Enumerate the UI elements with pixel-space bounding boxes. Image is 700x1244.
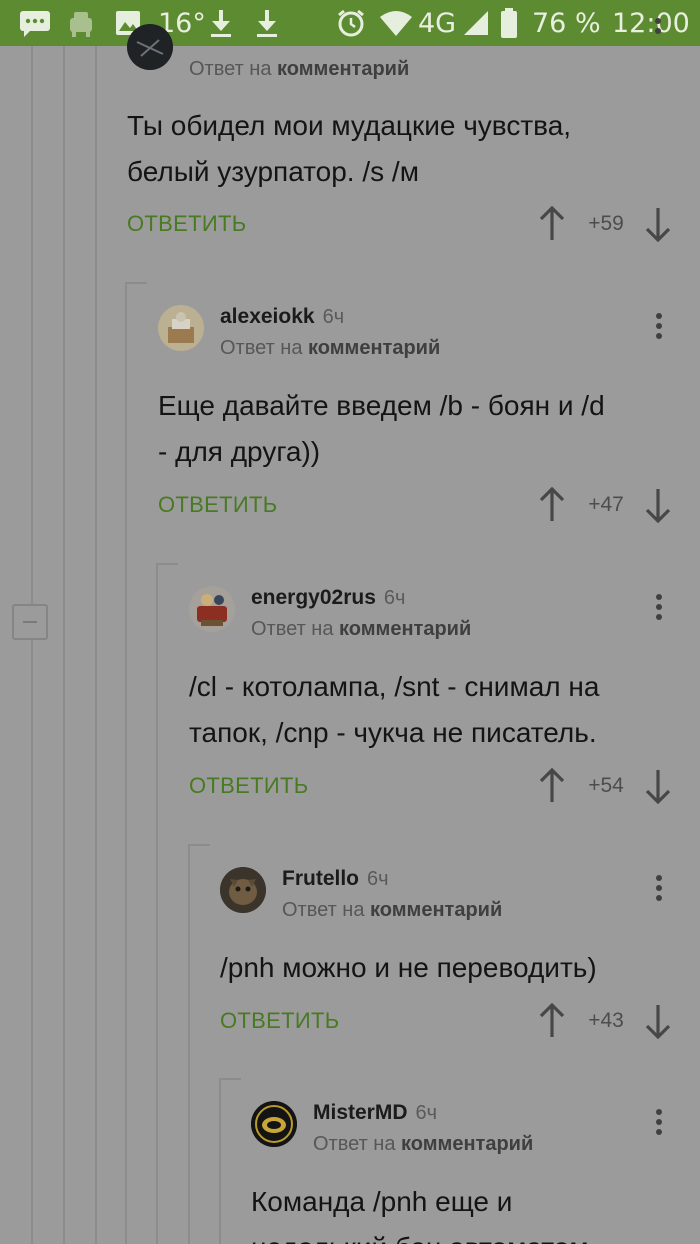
avatar[interactable] <box>127 24 173 70</box>
reply-target-link[interactable]: комментарий <box>277 58 409 80</box>
comment-rating: +59 <box>588 212 624 235</box>
avatar[interactable] <box>158 305 204 351</box>
reply-to: Ответ на комментарий <box>313 1133 533 1156</box>
comment-time: 6ч <box>367 868 389 890</box>
comment-rating: +47 <box>588 493 624 516</box>
comment-rating: +54 <box>588 774 624 797</box>
thread-line <box>125 282 127 1244</box>
thread-line <box>156 563 158 1244</box>
comment-time: 6ч <box>415 1102 438 1124</box>
reply-button[interactable]: ОТВЕТИТЬ <box>189 766 308 806</box>
comment-actions: ОТВЕТИТЬ +43 <box>220 1001 687 1041</box>
comment-text: Команда /pnh еще и недолький бан автомат… <box>251 1179 589 1244</box>
comment: Frutello 6ч Ответ на комментарий /pnh мож… <box>220 867 687 1057</box>
reply-to: Ответ на комментарий <box>282 899 502 922</box>
reply-prefix: Ответ на <box>313 1133 396 1155</box>
thread-branch <box>156 563 178 565</box>
reply-to: Ответ на комментарий <box>189 58 409 81</box>
thread-branch <box>125 282 147 284</box>
more-menu-icon[interactable] <box>654 1109 664 1139</box>
thread-line <box>95 46 97 1244</box>
thread-line <box>188 844 190 1244</box>
upvote-arrow-icon[interactable] <box>537 205 567 242</box>
reply-to: Ответ на комментарий <box>251 618 471 641</box>
comment-actions: ОТВЕТИТЬ +54 <box>189 766 687 806</box>
author-name[interactable]: alexeiokk 6ч <box>220 305 344 329</box>
comment-text-line: Команда /pnh еще и <box>251 1186 513 1217</box>
reply-button[interactable]: ОТВЕТИТЬ <box>220 1001 339 1041</box>
comment-text: Ты обидел мои мудацкие чувства, белый уз… <box>127 103 571 195</box>
thread-line <box>63 46 65 1244</box>
reply-button[interactable]: ОТВЕТИТЬ <box>127 204 246 244</box>
comment-text-line: /cl - котолампа, /snt - снимал на <box>189 671 600 702</box>
comment-actions: ОТВЕТИТЬ +59 <box>127 204 687 244</box>
message-icon <box>18 0 52 46</box>
comment-text-line: недолький бан автоматом <box>251 1225 589 1244</box>
downvote-arrow-icon[interactable] <box>643 206 673 243</box>
author-name[interactable]: Frutello 6ч <box>282 867 389 891</box>
comment-text: /pnh можно и не переводить) <box>220 945 597 991</box>
comment-text-line: белый узурпатор. /s /м <box>127 156 419 187</box>
reply-prefix: Ответ на <box>189 58 272 80</box>
comment: alexeiokk 6ч Ответ на комментарий Еще дав… <box>158 305 687 545</box>
thread-line <box>219 1078 221 1244</box>
upvote-arrow-icon[interactable] <box>537 767 567 804</box>
comment-text-line: /pnh можно и не переводить) <box>220 952 597 983</box>
thread-line <box>31 46 33 1244</box>
comment-actions: ОТВЕТИТЬ +47 <box>158 485 687 525</box>
reply-target-link[interactable]: комментарий <box>401 1133 533 1155</box>
reply-target-link[interactable]: комментарий <box>370 899 502 921</box>
reply-prefix: Ответ на <box>220 337 303 359</box>
comment-text-line: Еще давайте введем /b - боян и /d <box>158 390 605 421</box>
comment-time: 6ч <box>322 306 345 328</box>
reply-prefix: Ответ на <box>251 618 334 640</box>
comment: MisterMD 6ч Ответ на комментарий Команда … <box>251 1101 687 1244</box>
comment-text: /cl - котолампа, /snt - снимал на тапок,… <box>189 664 599 756</box>
reply-prefix: Ответ на <box>282 899 365 921</box>
reply-target-link[interactable]: комментарий <box>339 618 471 640</box>
comment-rating: +43 <box>588 1009 624 1032</box>
author-name[interactable]: MisterMD 6ч <box>313 1101 437 1125</box>
collapse-thread-button[interactable] <box>12 604 48 640</box>
more-menu-icon[interactable] <box>654 313 664 343</box>
author-name[interactable]: energy02rus 6ч <box>251 586 405 610</box>
car-mode-icon <box>66 0 96 46</box>
upvote-arrow-icon[interactable] <box>537 1002 567 1039</box>
avatar[interactable] <box>251 1101 297 1147</box>
reply-button[interactable]: ОТВЕТИТЬ <box>158 485 277 525</box>
downvote-arrow-icon[interactable] <box>643 487 673 524</box>
downvote-arrow-icon[interactable] <box>643 1003 673 1040</box>
reply-to: Ответ на комментарий <box>220 337 440 360</box>
reply-target-link[interactable]: комментарий <box>308 337 440 359</box>
comment-time: 6ч <box>383 587 406 609</box>
downvote-arrow-icon[interactable] <box>643 768 673 805</box>
thread-branch <box>188 844 210 846</box>
upvote-arrow-icon[interactable] <box>537 486 567 523</box>
comment: Ответ на комментарий Ты обидел мои мудац… <box>127 18 687 262</box>
comment-text-line: тапок, /cnp - чукча не писатель. <box>189 717 597 748</box>
comment: energy02rus 6ч Ответ на комментарий /cl -… <box>189 586 687 826</box>
thread-branch <box>219 1078 241 1080</box>
comment-text-line: - для друга)) <box>158 436 321 467</box>
comment-text: Еще давайте введем /b - боян и /d - для … <box>158 383 605 475</box>
more-menu-icon[interactable] <box>654 594 664 624</box>
more-menu-icon[interactable] <box>653 18 663 48</box>
avatar[interactable] <box>220 867 266 913</box>
comment-text-line: Ты обидел мои мудацкие чувства, <box>127 110 572 141</box>
avatar[interactable] <box>189 586 235 632</box>
more-menu-icon[interactable] <box>654 875 664 905</box>
